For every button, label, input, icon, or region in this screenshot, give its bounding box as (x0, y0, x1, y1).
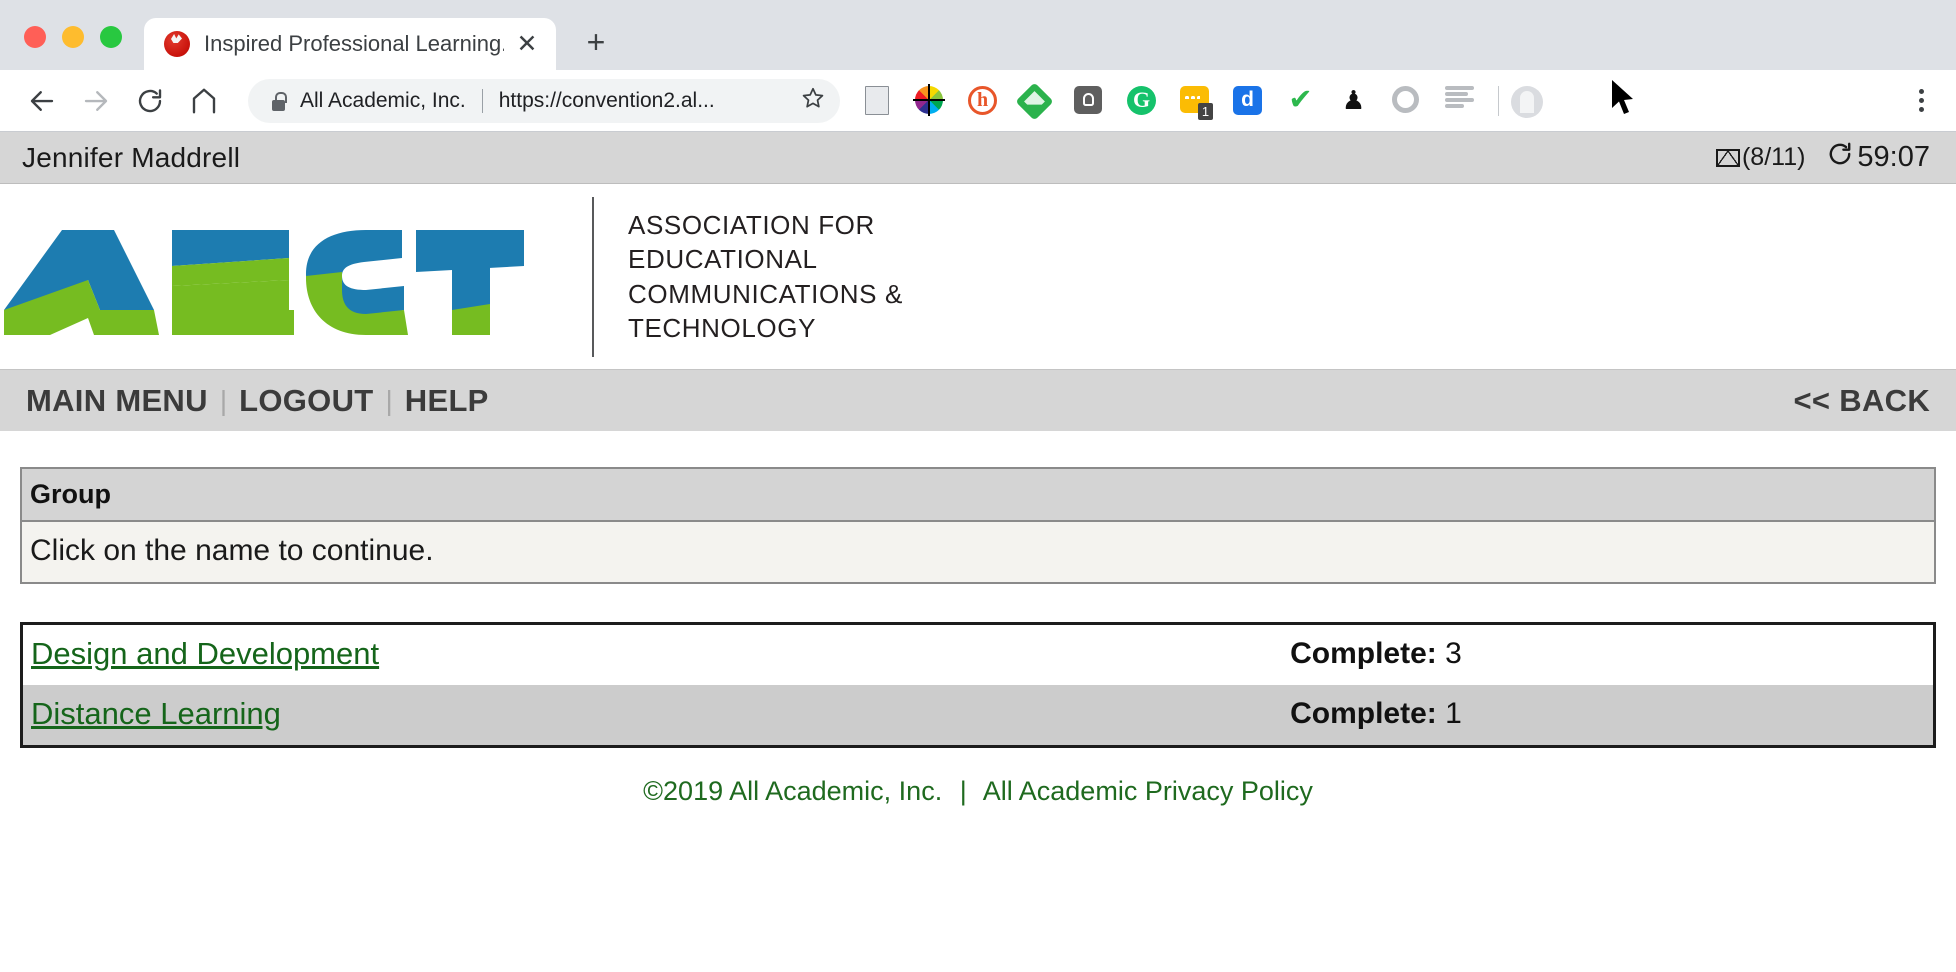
kebab-menu-icon[interactable] (1904, 84, 1938, 118)
nav-item-logout[interactable]: LOGOUT (227, 383, 385, 419)
org-line-2: EDUCATIONAL (628, 244, 818, 275)
tab-title: Inspired Professional Learning. (204, 31, 504, 56)
session-timer-group[interactable]: 59:07 (1827, 141, 1930, 175)
hypothesis-icon[interactable]: h (968, 85, 998, 116)
nav-separator-1: | (219, 384, 228, 416)
reload-icon[interactable] (128, 79, 172, 123)
close-icon[interactable]: ✕ (512, 29, 542, 59)
site-navigation-bar: MAIN MENU | LOGOUT | HELP << BACK (0, 369, 1956, 431)
message-count-label: (8/11) (1741, 143, 1806, 171)
privacy-policy-link[interactable]: All Academic Privacy Policy (983, 776, 1313, 806)
main-content: Group Click on the name to continue. Des… (0, 431, 1956, 807)
group-name-cell[interactable]: Distance Learning (21, 685, 1283, 747)
window-traffic-lights (0, 26, 122, 70)
group-link-distance-learning[interactable]: Distance Learning (31, 696, 281, 731)
nav-separator-2: | (385, 384, 393, 416)
grammarly-icon[interactable]: G (1127, 85, 1157, 116)
group-name-cell[interactable]: Design and Development (21, 623, 1283, 685)
back-link[interactable]: << BACK (1780, 383, 1944, 419)
gray-ring-icon[interactable] (1392, 85, 1422, 116)
complete-label: Complete: (1290, 697, 1437, 730)
org-line-4: TECHNOLOGY (628, 312, 817, 343)
site-identity-label: All Academic, Inc. (300, 88, 466, 112)
url-text[interactable]: https://convention2.al... (499, 89, 790, 113)
org-line-3: COMMUNICATIONS & (628, 278, 903, 309)
tomato-timer-icon (164, 31, 190, 57)
forward-arrow-icon[interactable] (74, 79, 118, 123)
complete-count: 3 (1445, 637, 1462, 670)
star-icon[interactable] (800, 85, 826, 116)
browser-tab-strip: Inspired Professional Learning. ✕ + (0, 0, 1956, 70)
sticky-notes-icon[interactable]: 1 (1180, 85, 1213, 120)
group-instruction-text: Click on the name to continue. (21, 521, 1935, 583)
new-tab-button[interactable]: + (574, 20, 618, 64)
toolbar-divider (1498, 85, 1499, 116)
nav-item-help[interactable]: HELP (393, 383, 501, 419)
aect-logo (4, 230, 524, 335)
group-complete-cell: Complete: 3 (1282, 623, 1935, 685)
home-icon[interactable] (182, 79, 226, 123)
user-status-right: (8/11) 59:07 (1715, 141, 1930, 175)
feedly-icon[interactable] (1015, 81, 1054, 121)
table-row[interactable]: Design and Development Complete: 3 (21, 623, 1935, 685)
organization-name: ASSOCIATION FOR EDUCATIONAL COMMUNICATIO… (628, 208, 903, 345)
page-footer: ©2019 All Academic, Inc. | All Academic … (20, 748, 1936, 807)
group-list-table: Design and Development Complete: 3 Dista… (20, 622, 1936, 748)
table-row: Click on the name to continue. (21, 521, 1935, 583)
maximize-window-button[interactable] (100, 26, 122, 48)
address-bar[interactable]: All Academic, Inc. https://convention2.a… (248, 78, 840, 123)
branding-divider (592, 196, 594, 357)
close-window-button[interactable] (24, 26, 46, 48)
lightbulb-icon[interactable] (1074, 85, 1104, 116)
browser-toolbar: All Academic, Inc. https://convention2.a… (0, 70, 1956, 132)
group-instruction-table: Group Click on the name to continue. (20, 467, 1936, 584)
group-link-design-and-development[interactable]: Design and Development (31, 636, 379, 671)
table-row[interactable]: Distance Learning Complete: 1 (21, 685, 1935, 747)
browser-tab[interactable]: Inspired Professional Learning. ✕ (144, 18, 556, 70)
nav-links: MAIN MENU | LOGOUT | HELP (14, 383, 501, 419)
copyright-text: ©2019 All Academic, Inc. (643, 776, 943, 806)
group-column-header: Group (21, 468, 1935, 522)
footer-separator: | (959, 776, 967, 806)
document-icon[interactable] (862, 85, 892, 116)
green-check-icon[interactable]: ✔ (1286, 85, 1316, 116)
diigo-icon[interactable]: d (1233, 85, 1263, 116)
nav-item-main-menu[interactable]: MAIN MENU (14, 383, 220, 419)
omnibox-divider (481, 88, 483, 113)
message-count-group[interactable]: (8/11) (1715, 143, 1806, 172)
back-arrow-icon[interactable] (20, 79, 64, 123)
color-wheel-icon[interactable] (915, 85, 945, 116)
profile-avatar-icon[interactable] (1511, 85, 1543, 118)
page-content: Jennifer Maddrell (8/11) 59:07 ASSOCIATI… (0, 132, 1956, 807)
table-header-row: Group (21, 468, 1935, 522)
logged-in-user-name: Jennifer Maddrell (22, 141, 241, 173)
session-timer-value: 59:07 (1857, 141, 1930, 173)
minimize-window-button[interactable] (62, 26, 84, 48)
complete-count: 1 (1445, 697, 1462, 730)
reader-lines-icon[interactable] (1445, 85, 1475, 116)
session-refresh-icon[interactable] (1827, 141, 1853, 175)
org-line-1: ASSOCIATION FOR (628, 209, 875, 240)
complete-label: Complete: (1290, 637, 1437, 670)
group-complete-cell: Complete: 1 (1282, 685, 1935, 747)
lock-icon (270, 91, 287, 111)
envelope-icon (1715, 148, 1740, 167)
extensions-bar: h G 1 d ✔ ♟ (862, 81, 1890, 121)
user-status-bar: Jennifer Maddrell (8/11) 59:07 (0, 132, 1956, 184)
site-branding: ASSOCIATION FOR EDUCATIONAL COMMUNICATIO… (0, 184, 1956, 369)
extension-badge-count: 1 (1198, 102, 1213, 120)
ninja-icon[interactable]: ♟ (1339, 85, 1369, 116)
